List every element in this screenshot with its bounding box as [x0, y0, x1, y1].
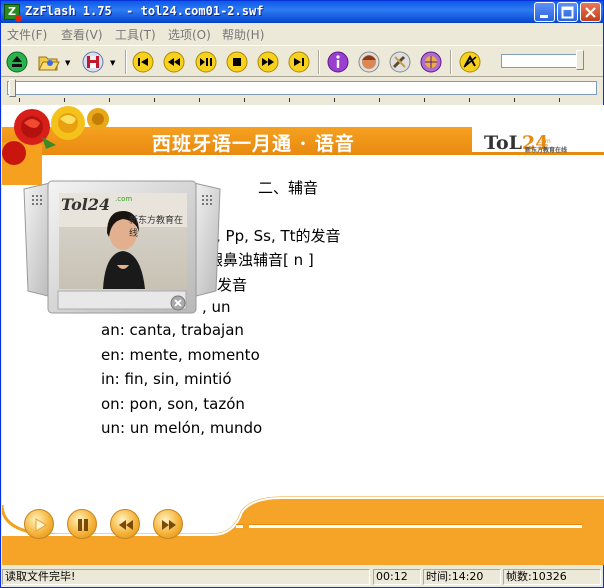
skip-forward-icon [288, 51, 310, 73]
rewind-icon [119, 520, 133, 530]
globe-button[interactable] [420, 51, 442, 73]
speed-slider[interactable] [501, 54, 581, 68]
open-folder-icon [38, 56, 60, 71]
tools-icon [389, 51, 411, 73]
slide-line: un: un melón, mundo [101, 419, 263, 437]
flash-content[interactable]: 西班牙语一月通 · 语音 ToL24 .com 新东方教育在线 二、辅音 , P… [2, 105, 604, 565]
seek-thumb[interactable] [9, 79, 16, 97]
status-message: 读取文件完毕! [2, 569, 370, 585]
stop-icon [226, 51, 248, 73]
close-icon [585, 7, 596, 18]
video-logo: Tol24 [61, 195, 111, 214]
fast-forward-icon [257, 51, 279, 73]
seek-ticks [19, 98, 594, 102]
save-button[interactable] [82, 51, 106, 73]
slide-line: in: fin, sin, mintió [101, 370, 232, 388]
close-video-icon[interactable] [170, 295, 186, 311]
toolbar: ▼ ▼ [1, 45, 603, 77]
play-pause-icon [195, 51, 217, 73]
video-screen: Tol24 .com 新东方教育在线 [59, 193, 187, 289]
player-rewind-button[interactable] [110, 509, 140, 539]
stop-button[interactable] [226, 51, 248, 73]
tools-button[interactable] [389, 51, 411, 73]
pause-icon [78, 519, 88, 531]
save-disk-icon [82, 51, 104, 73]
save-dropdown-arrow-icon[interactable]: ▼ [110, 59, 115, 67]
menu-tools[interactable]: 工具(T) [115, 26, 156, 43]
menu-bar: 文件(F) 查看(V) 工具(T) 选项(O) 帮助(H) [1, 23, 603, 43]
menu-file[interactable]: 文件(F) [7, 26, 47, 43]
title-bar[interactable]: Z ZzFlash 1.75 - tol24.com01-2.swf [1, 1, 603, 23]
skip-forward-button[interactable] [288, 51, 310, 73]
status-time: 时间:14:20 [423, 569, 501, 585]
slide-line: on: pon, son, tazón [101, 395, 245, 413]
eject-button[interactable] [6, 51, 28, 73]
fast-forward-button[interactable] [257, 51, 279, 73]
status-elapsed: 00:12 [373, 569, 421, 585]
window-title: ZzFlash 1.75 - tol24.com01-2.swf [25, 4, 264, 18]
slide-line: an: canta, trabajan [101, 321, 244, 339]
maximize-icon [561, 6, 574, 19]
no-loop-button[interactable] [459, 51, 481, 73]
face-icon [358, 51, 380, 73]
tol24-logo-com: .com [536, 138, 551, 145]
fast-forward-icon [162, 520, 176, 530]
minimize-icon [540, 15, 548, 18]
menu-view[interactable]: 查看(V) [61, 26, 103, 43]
menu-options[interactable]: 选项(O) [168, 26, 211, 43]
video-logo-com: .com [115, 195, 133, 203]
slide-line: , Pp, Ss, Tt的发音 [216, 227, 341, 245]
video-subtitle: 新东方教育在线 [129, 216, 184, 239]
status-bar: 读取文件完毕! 00:12 时间:14:20 帧数:10326 [1, 567, 603, 587]
skip-back-icon [132, 51, 154, 73]
rewind-icon [163, 51, 185, 73]
app-window: Z ZzFlash 1.75 - tol24.com01-2.swf 文件(F)… [0, 0, 604, 588]
maximize-button[interactable] [557, 2, 578, 22]
player-pause-button[interactable] [67, 509, 97, 539]
speed-slider-thumb[interactable] [576, 50, 584, 70]
player-forward-button[interactable] [153, 509, 183, 539]
open-dropdown-arrow-icon[interactable]: ▼ [65, 59, 70, 67]
eject-icon [6, 51, 28, 73]
minimize-button[interactable] [534, 2, 555, 22]
close-button[interactable] [580, 2, 601, 22]
app-icon[interactable]: Z [4, 4, 22, 22]
video-overlay[interactable]: Tol24 .com 新东方教育在线 [22, 179, 222, 319]
slide-line: 龈鼻浊辅音[ n ] [208, 251, 314, 269]
globe-icon [420, 51, 442, 73]
skip-back-button[interactable] [132, 51, 154, 73]
player-play-button[interactable] [24, 509, 54, 539]
player-progress-track[interactable] [236, 524, 582, 528]
info-button[interactable] [327, 51, 349, 73]
rose-decoration-icon [2, 106, 109, 185]
tol24-logo-subtitle: 新东方教育在线 [525, 147, 568, 154]
slide-heading: 二、辅音 [258, 179, 319, 197]
player-progress-knob[interactable] [243, 523, 249, 529]
menu-help[interactable]: 帮助(H) [222, 26, 264, 43]
banner-title: 西班牙语一月通 · 语音 [152, 133, 355, 155]
status-frames: 帧数:10326 [503, 569, 601, 585]
no-loop-icon [459, 51, 481, 73]
play-pause-button[interactable] [195, 51, 217, 73]
rewind-button[interactable] [163, 51, 185, 73]
face-button[interactable] [358, 51, 380, 73]
open-button[interactable] [37, 51, 61, 73]
play-icon [35, 518, 47, 532]
slide-line: en: mente, momento [101, 346, 260, 364]
seek-bar[interactable] [7, 81, 597, 95]
info-icon [327, 51, 349, 73]
